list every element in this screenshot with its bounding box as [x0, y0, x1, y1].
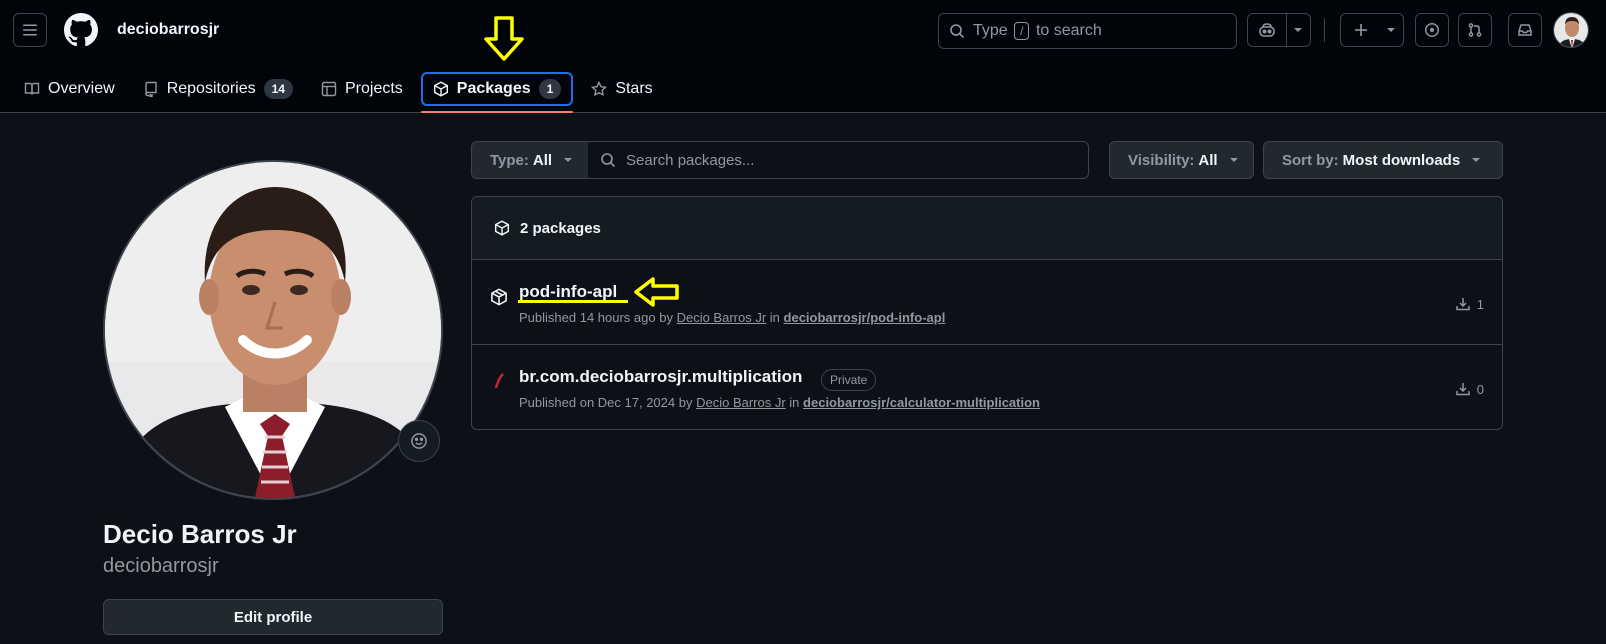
- smiley-icon: [410, 432, 428, 450]
- annotation-arrow-left-icon: [633, 276, 681, 308]
- copilot-dropdown-caret[interactable]: [1287, 14, 1310, 46]
- tab-projects[interactable]: Projects: [311, 72, 413, 106]
- repo-count-badge: 14: [263, 79, 293, 99]
- repository-link[interactable]: deciobarrosjr/calculator-multiplication: [803, 395, 1040, 410]
- global-search[interactable]: Type / to search: [938, 13, 1237, 49]
- search-shortcut-key: /: [1014, 22, 1030, 40]
- tab-label: Packages: [456, 80, 531, 97]
- set-status-button[interactable]: [398, 420, 440, 462]
- inbox-icon: [1517, 22, 1533, 38]
- app-header: deciobarrosjr Type / to search Overview …: [0, 0, 1606, 113]
- sort-by-button[interactable]: Sort by: Most downloads: [1263, 141, 1503, 179]
- filter-label: Sort by:: [1282, 151, 1339, 169]
- tab-repositories[interactable]: Repositories 14: [133, 72, 303, 106]
- header-divider: [1324, 18, 1325, 42]
- inbox-button[interactable]: [1508, 13, 1542, 47]
- in-text: in: [789, 395, 800, 410]
- issue-opened-icon: [1424, 22, 1440, 38]
- chevron-down-icon: [564, 158, 573, 162]
- published-text: Published 14 hours ago by: [519, 310, 673, 325]
- star-icon: [591, 81, 608, 97]
- tab-label: Overview: [48, 80, 115, 97]
- download-icon: [1455, 381, 1471, 397]
- chevron-down-icon: [1229, 158, 1238, 162]
- maven-feather-icon: [490, 373, 508, 391]
- packages-count: 2 packages: [520, 219, 601, 237]
- tab-label: Stars: [615, 80, 653, 97]
- type-filter-button[interactable]: Type: All: [471, 141, 589, 179]
- search-placeholder: Search packages...: [626, 151, 755, 169]
- user-avatar[interactable]: [1553, 12, 1589, 48]
- author-link[interactable]: Decio Barros Jr: [677, 310, 767, 325]
- in-text: in: [769, 310, 780, 325]
- published-text: Published on Dec 17, 2024 by: [519, 395, 693, 410]
- github-logo-icon[interactable]: [64, 13, 98, 47]
- repository-link[interactable]: deciobarrosjr/pod-info-apl: [784, 310, 946, 325]
- search-suffix: to search: [1035, 22, 1102, 39]
- container-package-icon: [490, 288, 508, 306]
- tab-label: Repositories: [166, 80, 256, 97]
- author-link[interactable]: Decio Barros Jr: [696, 395, 786, 410]
- tab-stars[interactable]: Stars: [581, 72, 662, 106]
- tab-overview[interactable]: Overview: [14, 72, 125, 106]
- download-count-value: 1: [1476, 296, 1484, 312]
- copilot-button[interactable]: [1247, 13, 1311, 47]
- search-icon: [949, 23, 965, 39]
- book-icon: [24, 81, 40, 97]
- chevron-down-icon: [1472, 158, 1481, 162]
- package-meta: Published on Dec 17, 2024 by Decio Barro…: [519, 395, 1040, 410]
- package-count-badge: 1: [538, 79, 562, 99]
- issues-button[interactable]: [1415, 13, 1449, 47]
- download-count: 1: [1455, 296, 1484, 312]
- menu-button[interactable]: [13, 13, 47, 47]
- visibility-filter-button[interactable]: Visibility: All: [1109, 141, 1254, 179]
- tab-packages[interactable]: Packages 1: [420, 72, 574, 113]
- packages-summary: 2 packages: [472, 197, 1502, 260]
- search-prefix: Type: [973, 22, 1008, 39]
- filter-label: Visibility:: [1128, 151, 1195, 169]
- filter-value: Most downloads: [1342, 151, 1461, 169]
- table-icon: [321, 81, 337, 97]
- package-icon: [433, 81, 449, 97]
- git-pull-request-icon: [1467, 22, 1483, 38]
- download-icon: [1455, 296, 1471, 312]
- chevron-down-icon: [1381, 14, 1401, 46]
- download-count-value: 0: [1476, 381, 1484, 397]
- plus-icon: [1341, 14, 1381, 46]
- packages-list: 2 packages pod-info-apl Published 14 hou…: [471, 196, 1503, 430]
- search-icon: [600, 152, 616, 168]
- profile-tabs: Overview Repositories 14 Projects Packag…: [14, 68, 671, 113]
- package-icon: [494, 220, 510, 236]
- edit-profile-button[interactable]: Edit profile: [103, 599, 443, 635]
- annotation-arrow-down-icon: [482, 15, 526, 63]
- package-name-link[interactable]: pod-info-apl: [519, 282, 617, 302]
- download-count: 0: [1455, 381, 1484, 397]
- repo-icon: [143, 81, 159, 97]
- owner-name[interactable]: deciobarrosjr: [117, 21, 219, 39]
- list-item: br.com.deciobarrosjr.multiplication Priv…: [472, 345, 1502, 430]
- hamburger-icon: [22, 22, 38, 38]
- package-search-field[interactable]: Search packages...: [588, 141, 1089, 179]
- profile-username: deciobarrosjr: [103, 555, 219, 577]
- create-new-button[interactable]: [1340, 13, 1404, 47]
- filter-value: All: [532, 151, 553, 169]
- filter-label: Type:: [490, 151, 529, 169]
- copilot-icon[interactable]: [1248, 14, 1287, 46]
- profile-fullname: Decio Barros Jr: [103, 519, 297, 549]
- pull-requests-button[interactable]: [1458, 13, 1492, 47]
- package-meta: Published 14 hours ago by Decio Barros J…: [519, 310, 945, 325]
- filter-value: All: [1198, 151, 1218, 169]
- profile-avatar[interactable]: [103, 160, 443, 500]
- annotation-underline: [518, 300, 628, 303]
- package-name-link[interactable]: br.com.deciobarrosjr.multiplication: [519, 367, 802, 387]
- private-badge: Private: [821, 369, 877, 391]
- tab-label: Projects: [344, 80, 403, 97]
